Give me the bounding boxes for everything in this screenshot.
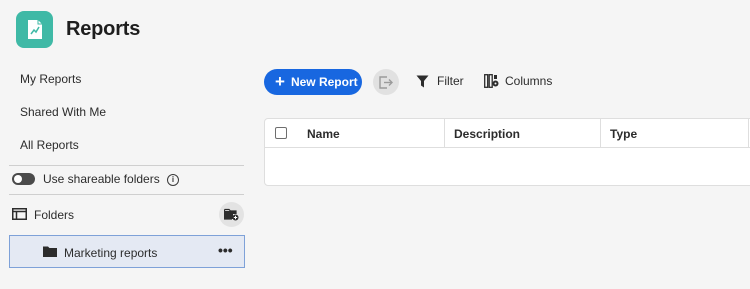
new-report-label: New Report [290, 75, 358, 89]
column-header-type[interactable]: Type [610, 127, 637, 141]
folder-item-label: Marketing reports [64, 246, 158, 260]
column-divider [444, 119, 445, 148]
reports-app-icon [16, 11, 53, 48]
folders-label: Folders [34, 208, 75, 222]
filter-button[interactable]: Filter [416, 74, 464, 88]
folder-icon [43, 246, 57, 257]
sidebar-divider [9, 165, 244, 166]
table-header: Name Description Type [265, 119, 750, 148]
toggle-knob [14, 175, 22, 183]
sidebar-item-shared-with-me[interactable]: Shared With Me [20, 105, 106, 119]
sidebar-item-all-reports[interactable]: All Reports [20, 138, 79, 152]
more-options-icon[interactable]: ••• [218, 242, 233, 258]
columns-button[interactable]: Columns [484, 74, 552, 88]
info-icon[interactable]: i [167, 174, 179, 186]
new-folder-button[interactable] [219, 202, 244, 227]
reports-table: Name Description Type [264, 118, 750, 186]
plus-icon: + [275, 71, 285, 91]
filter-icon [416, 75, 429, 87]
folder-add-icon [224, 208, 239, 221]
export-icon [379, 75, 393, 89]
column-header-name[interactable]: Name [307, 127, 340, 141]
sidebar-item-my-reports[interactable]: My Reports [20, 72, 81, 86]
filter-label: Filter [437, 74, 464, 88]
select-all-checkbox[interactable] [275, 127, 287, 139]
new-report-button[interactable]: + New Report [264, 69, 362, 95]
columns-label: Columns [505, 74, 553, 88]
folder-item-marketing-reports[interactable]: Marketing reports ••• [9, 235, 245, 268]
columns-settings-icon [484, 74, 499, 88]
page-title: Reports [66, 18, 141, 40]
folders-panel-icon [12, 208, 27, 220]
shareable-folders-toggle[interactable] [12, 173, 35, 185]
column-header-description[interactable]: Description [454, 127, 520, 141]
reports-chart-icon [27, 19, 42, 39]
column-divider [748, 119, 749, 148]
export-button[interactable] [373, 69, 399, 95]
sidebar-divider [9, 194, 244, 195]
shareable-folders-label: Use shareable folders [43, 172, 160, 186]
column-divider [600, 119, 601, 148]
